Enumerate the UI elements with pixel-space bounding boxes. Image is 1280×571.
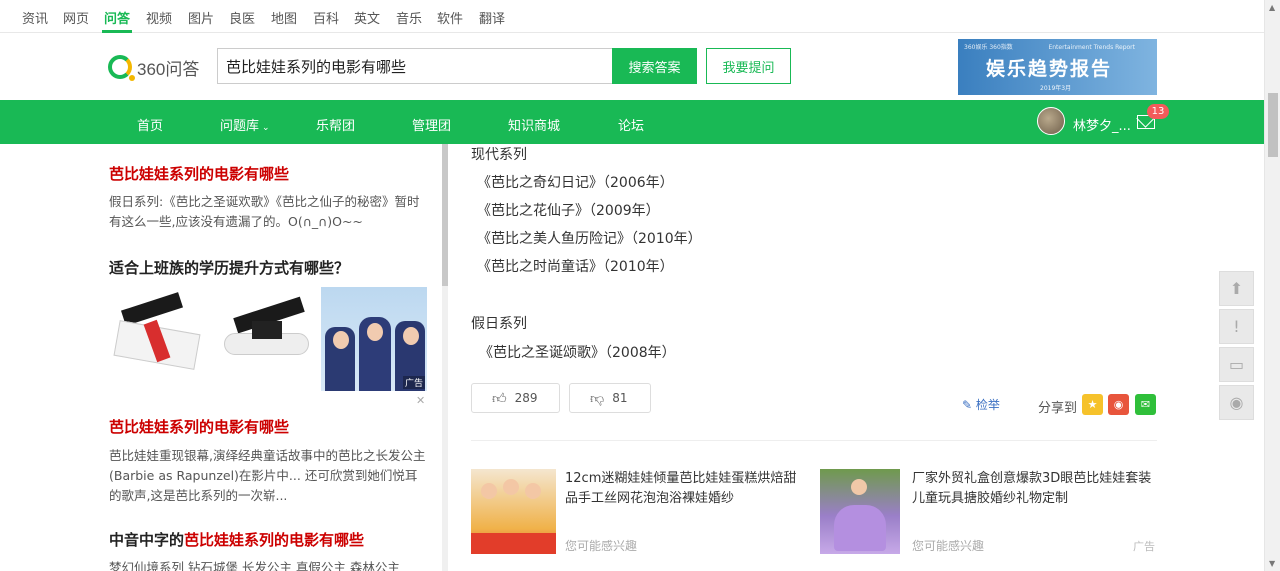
related-title-1[interactable]: 芭比娃娃系列的电影有哪些 [109,163,289,184]
related-title-3-highlight: 芭比娃娃系列的电影有哪些 [184,531,365,549]
page-scroll-thumb[interactable] [1268,93,1278,157]
comment-icon[interactable]: ▭ [1219,347,1254,382]
mail-badge: 13 [1147,104,1169,119]
ad-images[interactable]: 广告 [108,287,428,391]
channel-qa[interactable]: 问答 [104,8,130,27]
nav-question-bank[interactable]: 问题库 ⌄ [220,115,270,134]
qzone-share-icon[interactable]: ★ [1082,394,1103,415]
dolls-thumbnail [471,469,556,554]
feedback-icon[interactable]: ! [1219,309,1254,344]
scroll-down-icon[interactable]: ▼ [1269,559,1275,568]
banner-title: 娱乐趋势报告 [986,58,1113,80]
answer-line: 《芭比之花仙子》（2009年） [477,203,660,219]
answer-line: 假日系列 [471,316,527,332]
ad-tag: 广告 [1133,540,1155,553]
nav-admin-team[interactable]: 管理团 [412,115,451,134]
site-logo[interactable]: 360问答 [108,54,208,81]
related-text-1: 假日系列:《芭比之圣诞欢歌》《芭比之仙子的秘密》暂时有这么一些,应该没有遗漏了的… [109,194,420,229]
channel-english[interactable]: 英文 [354,8,380,27]
related-title-3[interactable]: 中音中字的芭比娃娃系列的电影有哪些 [109,529,364,550]
banner-date: 2019年3月 [1040,85,1072,92]
logo-text: 360问答 [137,59,200,79]
scroll-up-icon[interactable]: ▲ [1269,3,1275,12]
graduation-cap-image-1 [108,287,211,391]
answer-line: 《芭比之圣诞颂歌》（2008年） [479,345,676,361]
logo-icon [108,55,135,81]
answer-line: 《芭比之时尚童话》（2010年） [477,259,674,275]
dislike-button[interactable]: 👎︎ 81 [569,383,651,413]
search-answer-button[interactable]: 搜索答案 [612,48,697,84]
doll-dress-thumbnail [820,469,900,554]
weibo-share-icon[interactable]: ◉ [1108,394,1129,415]
nav-forum[interactable]: 论坛 [618,115,644,134]
thumbs-up-icon: 👍︎ [492,390,507,407]
search-input[interactable] [217,48,613,84]
section-divider [471,440,1157,441]
nav-home[interactable]: 首页 [137,115,163,134]
username[interactable]: 林梦夕_... [1073,115,1131,134]
answer-line: 《芭比之奇幻日记》（2006年） [477,175,674,191]
related-text-3: 梦幻仙境系列 钻石城堡 长发公主 真假公主 森林公主 [109,560,400,571]
close-icon[interactable]: ✕ [416,394,425,407]
wechat-share-icon[interactable]: ✉ [1135,394,1156,415]
channel-images[interactable]: 图片 [188,8,214,27]
related-title-3-prefix: 中音中字的 [109,531,185,549]
recommend-title: 厂家外贸礼盒创意爆款3D眼芭比娃娃套装儿童玩具搪胶婚纱礼物定制 [912,471,1152,506]
weibo-icon[interactable]: ◉ [1219,385,1254,420]
channel-baike[interactable]: 百科 [313,8,339,27]
banner-brand: 360娱乐 360指数 [964,44,1013,51]
page-scrollbar[interactable]: ▲ ▼ [1264,0,1280,571]
dislike-count: 81 [612,391,628,405]
sidebar-scroll-thumb[interactable] [442,144,448,286]
chevron-down-icon: ⌄ [262,123,270,133]
answer-line: 《芭比之美人鱼历险记》（2010年） [477,231,702,247]
channel-translate[interactable]: 翻译 [479,8,505,27]
ad-banner[interactable]: 360娱乐 360指数 Entertainment Trends Report … [958,39,1157,95]
sidebar-scrollbar[interactable] [442,144,448,571]
graduates-photo: 广告 [321,287,427,391]
report-link[interactable]: ✎ 检举 [962,396,1000,413]
nav-question-bank-label: 问题库 [220,119,260,134]
channel-doctor[interactable]: 良医 [229,8,255,27]
ad-label: 广告 [402,376,425,389]
thumbs-down-icon: 👎︎ [590,390,605,407]
channel-news[interactable]: 资讯 [22,8,48,27]
back-to-top-icon[interactable]: ⬆ [1219,271,1254,306]
channel-software[interactable]: 软件 [437,8,463,27]
channel-web[interactable]: 网页 [63,8,89,27]
channel-bar: 资讯 网页 问答 视频 图片 良医 地图 百科 英文 音乐 软件 翻译 [0,0,1264,33]
answer-line: 现代系列 [471,147,527,163]
graduation-cap-image-2 [214,287,317,391]
like-button[interactable]: 👍︎ 289 [471,383,560,413]
like-count: 289 [514,391,538,405]
active-channel-underline [102,30,132,33]
pencil-icon: ✎ [962,398,976,412]
recommend-sub: 您可能感兴趣 [912,539,985,553]
related-text-2: 芭比娃娃重现银幕,演绎经典童话故事中的芭比之长发公主(Barbie as Rap… [109,448,426,503]
share-label: 分享到 [1038,401,1078,416]
channel-music[interactable]: 音乐 [396,8,422,27]
nav-knowledge-mall[interactable]: 知识商城 [508,115,560,134]
channel-map[interactable]: 地图 [271,8,297,27]
related-sidebar: 芭比娃娃系列的电影有哪些 假日系列:《芭比之圣诞欢歌》《芭比之仙子的秘密》暂时有… [96,144,448,571]
channel-video[interactable]: 视频 [146,8,172,27]
avatar[interactable] [1037,107,1065,135]
recommend-title: 12cm迷糊娃娃倾量芭比娃娃蛋糕烘焙甜品手工丝网花泡泡浴裸娃婚纱 [565,471,797,506]
related-title-2[interactable]: 芭比娃娃系列的电影有哪些 [109,416,289,437]
report-label: 检举 [975,398,1000,412]
nav-help-team[interactable]: 乐帮团 [316,115,355,134]
ad-title[interactable]: 适合上班族的学历提升方式有哪些？ [109,257,349,278]
ask-question-button[interactable]: 我要提问 [706,48,791,84]
recommend-sub: 您可能感兴趣 [565,539,638,553]
banner-subtitle: Entertainment Trends Report [1048,44,1135,51]
